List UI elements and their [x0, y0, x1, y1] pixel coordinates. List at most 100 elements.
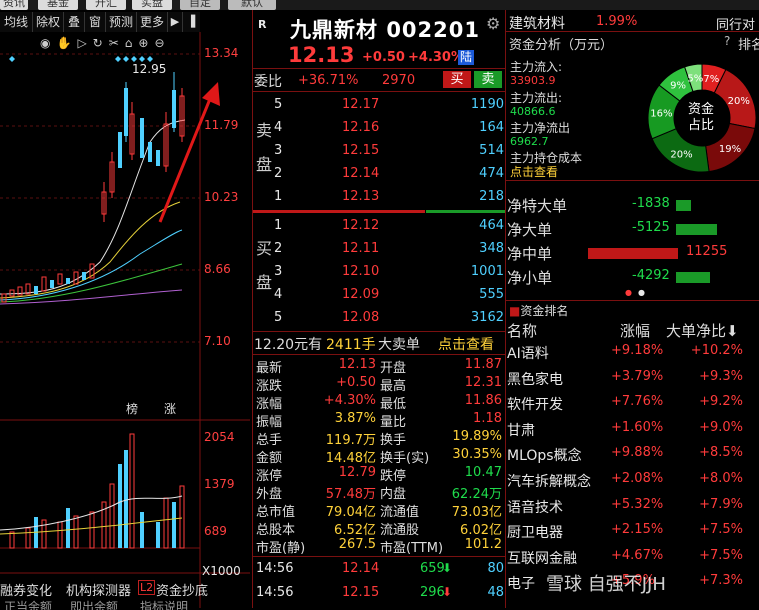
last-price: 12.13 — [288, 43, 355, 67]
fund-help-icon[interactable]: ? — [724, 34, 730, 48]
menu-fund[interactable]: 基金 — [38, 0, 78, 10]
rank-pct: +1.60% — [611, 419, 664, 435]
quote-value: 267.5 — [338, 537, 376, 552]
sell-button[interactable]: 卖 — [474, 71, 502, 88]
bid-row[interactable]: 1 12.12 464 — [254, 215, 506, 238]
rank-row[interactable]: 汽车拆解概念 +2.08% +8.0% — [507, 467, 759, 493]
marker-rank[interactable]: 榜 — [126, 400, 138, 417]
rank-row[interactable]: MLOps概念 +9.88% +8.5% — [507, 441, 759, 467]
ask-row[interactable]: 5 12.17 1190 — [254, 94, 506, 117]
tick-time: 14:56 — [256, 561, 294, 576]
tick-time: 14:56 — [256, 585, 294, 600]
committee-ratio: +36.71% — [298, 73, 359, 88]
rank-name: 软件开发 — [507, 397, 563, 414]
bid-row[interactable]: 5 12.08 3162 — [254, 307, 506, 330]
bid-row[interactable]: 3 12.10 1001 — [254, 261, 506, 284]
flow-value: 11255 — [686, 244, 728, 259]
ask-row[interactable]: 1 12.13 218 — [254, 186, 506, 209]
ask-row[interactable]: 3 12.15 514 — [254, 140, 506, 163]
sector-pct: 1.99% — [596, 14, 638, 29]
rank-row[interactable]: 软件开发 +7.76% +9.2% — [507, 390, 759, 416]
tick-price: 12.15 — [342, 585, 380, 600]
tab-outstanding[interactable]: 即出余额 — [70, 598, 118, 610]
rank-name: 互联网金融 — [507, 550, 577, 567]
ask-volume: 474 — [479, 166, 504, 181]
rank-row[interactable]: 厨卫电器 +2.15% +7.5% — [507, 518, 759, 544]
tab-bottom-fishing[interactable]: 资金抄底 — [156, 580, 208, 599]
menu-live[interactable]: 实盘 — [132, 0, 172, 10]
quote-row: 市盈(静) 267.5 市盈(TTM) 101.2 — [254, 536, 506, 556]
tab-margin[interactable]: 融券变化 — [0, 580, 52, 599]
rank-col-name[interactable]: 名称 — [507, 320, 537, 341]
rank-name: AI语料 — [507, 346, 549, 362]
ask-level: 4 — [274, 120, 283, 135]
rank-name: MLOps概念 — [507, 448, 582, 465]
rank-pct: +4.67% — [611, 547, 664, 563]
toolbar-menu-icon[interactable]: ▐ — [183, 12, 199, 32]
flow-bar-in — [588, 248, 678, 259]
gear-icon[interactable]: ⚙ — [486, 14, 500, 33]
marker-rise[interactable]: 涨 — [164, 400, 176, 417]
quote-row: 涨停 12.79 跌停 10.47 — [254, 464, 506, 484]
ask-bid-bar-green — [426, 210, 505, 213]
sector-name[interactable]: 建筑材料 — [509, 13, 565, 33]
ask-row[interactable]: 2 12.14 474 — [254, 163, 506, 186]
bid-level: 5 — [274, 310, 283, 325]
rank-net: +9.2% — [699, 394, 743, 410]
tool-overlay[interactable]: 叠 — [64, 12, 85, 32]
committee-diff: 2970 — [382, 73, 416, 88]
tool-more[interactable]: 更多 — [137, 12, 168, 32]
bid-volume: 555 — [479, 287, 504, 302]
flow-value: -4292 — [632, 268, 670, 283]
rank-row[interactable]: 语音技术 +5.32% +7.9% — [507, 493, 759, 519]
quote-value: 3.87% — [334, 411, 376, 426]
quote-value: +4.30% — [323, 393, 376, 408]
flow-bar-out — [676, 200, 691, 211]
r-badge: R — [258, 18, 267, 31]
top-menu-strip: 资讯 基金 开汇 实盘 自定 默认 — [0, 0, 759, 10]
tool-forecast[interactable]: 预测 — [106, 12, 137, 32]
donut-slice-label: 5% — [687, 74, 703, 85]
rank-name: 电子 — [507, 576, 535, 593]
inflow-value: 33903.9 — [510, 74, 556, 87]
rank-row[interactable]: AI语料 +9.18% +10.2% — [507, 339, 759, 365]
ask-level: 3 — [274, 143, 283, 158]
axis-price-5: 7.10 — [204, 334, 231, 348]
donut-center-label: 资金 占比 — [687, 102, 714, 133]
tab-institution[interactable]: 机构探测器 — [66, 580, 131, 599]
menu-custom[interactable]: 自定 — [180, 0, 220, 10]
cost-link[interactable]: 点击查看 — [510, 163, 558, 180]
ask-price: 12.14 — [342, 166, 380, 181]
rank-row[interactable]: 互联网金融 +4.67% +7.5% — [507, 544, 759, 570]
buy-button[interactable]: 买 — [443, 71, 471, 88]
rank-net: +8.5% — [699, 445, 743, 461]
l2-badge: L2 — [138, 580, 156, 595]
menu-default[interactable]: 默认 — [228, 0, 276, 10]
tick-arrow-icon: ⬇ — [442, 561, 453, 575]
tab-indicator[interactable]: 指标说明 — [140, 598, 188, 610]
fund-rank-link[interactable]: 排名 — [738, 34, 759, 53]
page-dots[interactable]: ●● — [625, 288, 651, 297]
bid-row[interactable]: 4 12.09 555 — [254, 284, 506, 307]
rank-row[interactable]: 甘肃 +1.60% +9.0% — [507, 416, 759, 442]
tab-balance[interactable]: 正当余额 — [4, 598, 52, 610]
bid-volume: 348 — [479, 241, 504, 256]
ask-price: 12.13 — [342, 189, 380, 204]
menu-open[interactable]: 开汇 — [86, 0, 126, 10]
rank-col-pct[interactable]: 涨幅 — [620, 320, 650, 341]
play-icon[interactable]: ▶ — [168, 12, 183, 32]
tool-ma[interactable]: 均线 — [0, 12, 33, 32]
rank-col-net[interactable]: 大单净比⬇ — [666, 320, 739, 341]
menu-news[interactable]: 资讯 — [0, 0, 28, 10]
rank-row[interactable]: 黑色家电 +3.79% +9.3% — [507, 365, 759, 391]
rank-name: 黑色家电 — [507, 371, 563, 388]
flow-label: 净特大单 — [507, 197, 568, 215]
flow-bar-out — [676, 224, 717, 235]
outflow-value: 40866.6 — [510, 105, 556, 118]
tool-exright[interactable]: 除权 — [33, 12, 64, 32]
bid-row[interactable]: 2 12.11 348 — [254, 238, 506, 261]
big-order-link[interactable]: 点击查看 — [438, 334, 494, 354]
ask-row[interactable]: 4 12.16 164 — [254, 117, 506, 140]
quote-row: 外盘 57.48万 内盘 62.24万 — [254, 482, 506, 502]
tool-window[interactable]: 窗 — [85, 12, 106, 32]
